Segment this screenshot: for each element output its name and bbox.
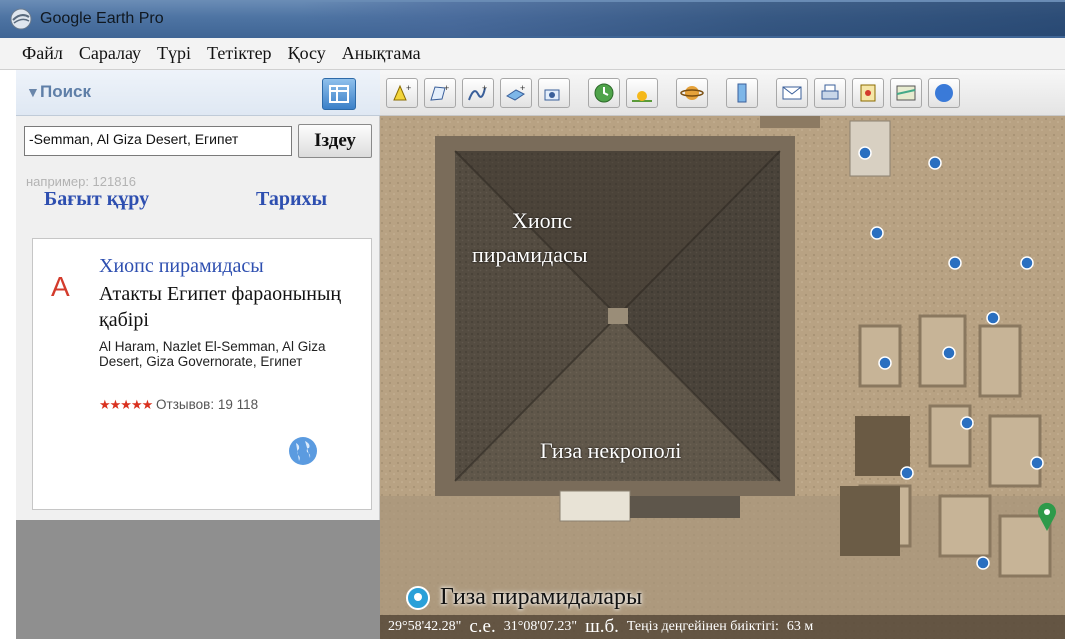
svg-text:+: +	[482, 83, 487, 93]
title-bar-background	[300, 2, 1065, 36]
sky-button[interactable]	[928, 78, 960, 108]
result-description: Атакты Египет фараонының қабірі	[99, 283, 342, 331]
menu-add[interactable]: Қосу	[288, 43, 326, 64]
latitude-value: 29°58'42.28"	[388, 619, 462, 634]
search-panel-header[interactable]: ▼ Поиск	[16, 70, 380, 116]
globe-icon[interactable]	[287, 435, 319, 467]
envelope-icon	[782, 86, 802, 100]
clock-icon	[594, 83, 614, 103]
poi-marker-icon[interactable]	[928, 156, 942, 170]
poi-marker-icon[interactable]	[900, 466, 914, 480]
rating-stars-icon: ★★★★★	[99, 397, 153, 412]
image-overlay-icon: +	[506, 83, 525, 101]
latitude-suffix: с.е.	[469, 616, 496, 637]
pyramid-label-line2: пирамидасы	[472, 242, 588, 267]
poi-marker-icon[interactable]	[948, 256, 962, 270]
svg-text:+: +	[444, 83, 449, 93]
sun-icon	[632, 91, 652, 102]
result-rating: ★★★★★ Отзывов: 19 118	[99, 397, 258, 413]
print-button[interactable]	[814, 78, 846, 108]
poi-marker-icon[interactable]	[976, 556, 990, 570]
result-marker-letter: A	[51, 271, 70, 302]
result-address: Al Haram, Nazlet El-Semman, Al Giza Dese…	[99, 339, 326, 369]
poi-marker-icon[interactable]	[942, 346, 956, 360]
sidebar-toggle-button[interactable]	[322, 78, 356, 110]
switch-planet-button[interactable]	[676, 78, 708, 108]
menu-file[interactable]: Файл	[22, 43, 63, 64]
poi-marker-icon[interactable]	[1020, 256, 1034, 270]
longitude-suffix: ш.б.	[585, 616, 619, 637]
add-path-button[interactable]: +	[462, 78, 494, 108]
earth-icon	[935, 84, 953, 102]
search-button[interactable]: Іздеу	[298, 124, 372, 158]
add-polygon-button[interactable]: +	[424, 78, 456, 108]
search-input[interactable]: -Semman, Al Giza Desert, Египет	[24, 126, 292, 156]
poi-marker-icon[interactable]	[858, 146, 872, 160]
menu-help[interactable]: Анықтама	[342, 43, 421, 64]
status-bar: 29°58'42.28" с.е. 31°08'07.23" ш.б. Теңі…	[380, 615, 1065, 639]
satellite-imagery	[380, 116, 1065, 639]
poi-marker-icon[interactable]	[986, 311, 1000, 325]
ruler-icon	[737, 83, 747, 103]
elevation-label: Теңіз деңгейінен биіктігі:	[626, 619, 779, 634]
window-title: Google Earth Pro	[40, 10, 164, 27]
ruler-button[interactable]	[726, 78, 758, 108]
menu-bar: Файл Саралау Түрі Тетіктер Қосу Анықтама	[0, 38, 1065, 70]
save-image-button[interactable]	[852, 78, 884, 108]
add-overlay-button[interactable]: +	[500, 78, 532, 108]
history-link[interactable]: Тарихы	[256, 188, 327, 211]
svg-text:+: +	[406, 83, 411, 93]
place-title[interactable]: Гиза пирамидалары	[440, 584, 642, 611]
search-hint: например: 121816	[26, 174, 136, 189]
panel-layout-icon	[329, 85, 349, 103]
menu-sort[interactable]: Саралау	[79, 43, 141, 64]
get-directions-link[interactable]: Бағыт құру	[44, 188, 149, 211]
polygon-icon: +	[430, 83, 449, 101]
menu-tools[interactable]: Тетіктер	[207, 43, 272, 64]
view-in-maps-button[interactable]	[890, 78, 922, 108]
place-marker-icon[interactable]	[404, 586, 432, 614]
pyramid-label-line1: Хиопс	[512, 208, 573, 233]
planet-icon	[680, 86, 704, 100]
search-panel-title: Поиск	[40, 82, 92, 101]
map-icon	[896, 85, 916, 101]
poi-marker-icon[interactable]	[1030, 456, 1044, 470]
result-title-link[interactable]: Хиопс пирамидасы	[99, 255, 264, 278]
poi-marker-icon[interactable]	[960, 416, 974, 430]
printer-icon	[821, 84, 839, 100]
email-button[interactable]	[776, 78, 808, 108]
map-view[interactable]: Хиопс пирамидасы Гиза некрополі Гиза пир…	[380, 116, 1065, 639]
poi-marker-icon[interactable]	[870, 226, 884, 240]
places-panel	[16, 520, 380, 639]
longitude-value: 31°08'07.23"	[503, 619, 578, 634]
search-result-card[interactable]: A Хиопс пирамидасы Атакты Египет фараоны…	[32, 238, 372, 510]
review-count: Отзывов: 19 118	[156, 397, 259, 412]
menu-view[interactable]: Түрі	[157, 43, 191, 64]
placemark-icon: +	[393, 83, 411, 101]
google-earth-icon	[10, 8, 32, 30]
necropolis-label: Гиза некрополі	[540, 438, 682, 463]
camera-icon	[544, 89, 560, 101]
path-icon: +	[468, 83, 487, 101]
sunlight-button[interactable]	[626, 78, 658, 108]
search-panel: ▼ Поиск -Semman, Al Giza Desert, Египет …	[16, 70, 380, 639]
map-toolbar: + + + +	[380, 70, 1065, 116]
historical-imagery-button[interactable]	[588, 78, 620, 108]
add-placemark-button[interactable]: +	[386, 78, 418, 108]
green-location-pin-icon[interactable]	[1036, 502, 1058, 532]
collapse-arrow-icon[interactable]: ▼	[26, 84, 40, 100]
svg-text:+: +	[520, 83, 525, 93]
poi-marker-icon[interactable]	[878, 356, 892, 370]
image-icon	[860, 84, 876, 102]
record-tour-button[interactable]	[538, 78, 570, 108]
title-bar: Google Earth Pro	[0, 0, 1065, 38]
elevation-value: 63 м	[786, 619, 814, 634]
